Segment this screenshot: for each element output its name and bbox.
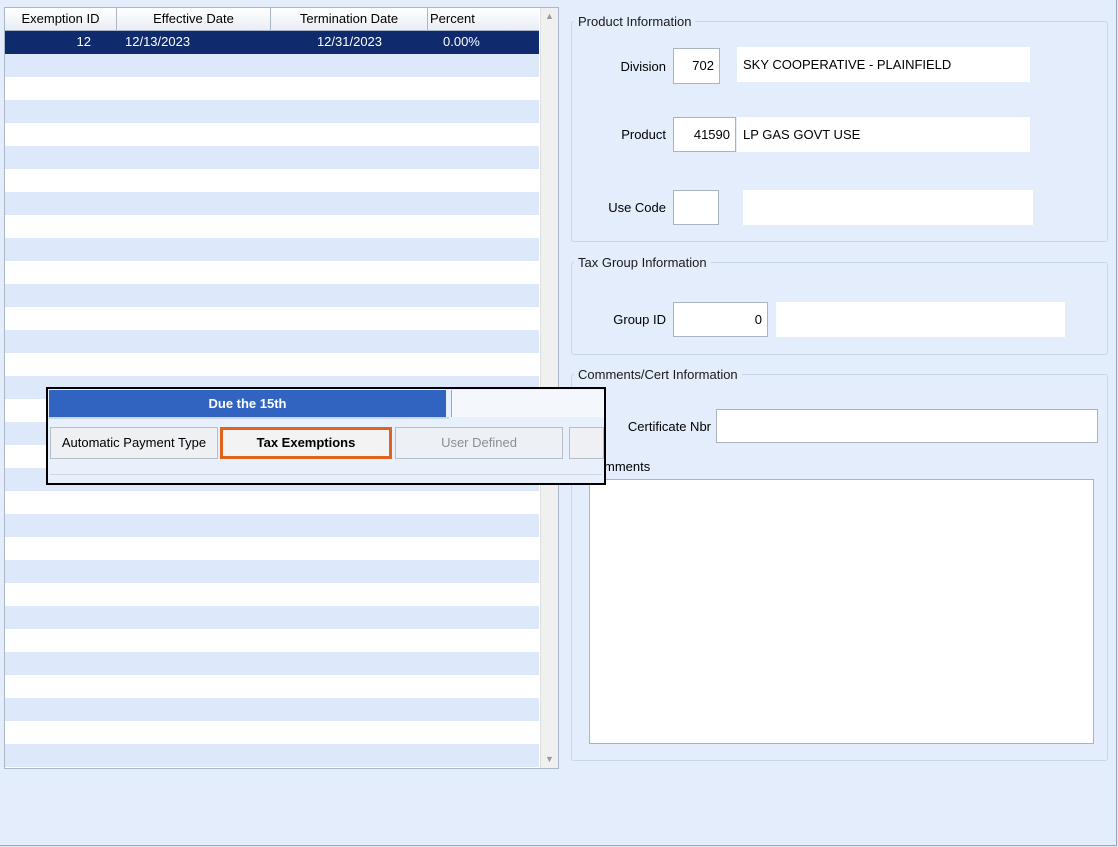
table-row[interactable] — [5, 169, 539, 192]
tax-group-information-legend: Tax Group Information — [578, 255, 707, 270]
table-row[interactable] — [5, 307, 539, 330]
table-row[interactable] — [5, 261, 539, 284]
table-row[interactable] — [5, 123, 539, 146]
column-header-percent[interactable]: Percent — [428, 8, 539, 30]
table-row[interactable] — [5, 560, 539, 583]
certificate-nbr-field[interactable] — [716, 409, 1098, 443]
table-row[interactable] — [5, 353, 539, 376]
user-defined-button[interactable]: User Defined — [395, 427, 563, 459]
table-row[interactable]: 12 12/13/2023 12/31/2023 0.00% — [5, 31, 539, 54]
table-row[interactable] — [5, 330, 539, 353]
group-id-field[interactable]: 0 — [673, 302, 768, 337]
comments-label: mments — [604, 459, 651, 474]
table-row[interactable] — [5, 744, 539, 767]
automatic-payment-type-button[interactable]: Automatic Payment Type — [50, 427, 218, 459]
table-row[interactable] — [5, 146, 539, 169]
table-row[interactable] — [5, 192, 539, 215]
scroll-down-icon[interactable]: ▼ — [541, 751, 558, 768]
column-header-termination-date[interactable]: Termination Date — [271, 8, 428, 30]
product-name-field: LP GAS GOVT USE — [737, 117, 1030, 152]
table-row[interactable] — [5, 537, 539, 560]
tab-due-the-15th[interactable]: Due the 15th — [49, 390, 446, 417]
table-row[interactable] — [5, 238, 539, 261]
group-id-label: Group ID — [613, 312, 666, 327]
division-name-field: SKY COOPERATIVE - PLAINFIELD — [737, 47, 1030, 82]
table-row[interactable] — [5, 629, 539, 652]
comments-cert-information-legend: Comments/Cert Information — [578, 367, 738, 382]
termination-date-cell: 12/31/2023 — [316, 34, 383, 49]
table-row[interactable] — [5, 491, 539, 514]
table-row[interactable] — [5, 721, 539, 744]
product-label: Product — [621, 127, 666, 142]
product-information-legend: Product Information — [578, 14, 692, 29]
table-row[interactable] — [5, 698, 539, 721]
tax-exemption-window: Exemption ID Effective Date Termination … — [0, 0, 1117, 846]
scroll-up-icon[interactable]: ▲ — [541, 8, 558, 25]
table-row[interactable] — [5, 583, 539, 606]
division-label: Division — [620, 59, 666, 74]
column-header-effective-date[interactable]: Effective Date — [117, 8, 271, 30]
table-row[interactable] — [5, 675, 539, 698]
grid-header: Exemption ID Effective Date Termination … — [5, 8, 539, 31]
table-row[interactable] — [5, 652, 539, 675]
group-description-field — [776, 302, 1065, 337]
tab-strip-empty — [451, 390, 604, 417]
use-code-label: Use Code — [608, 200, 666, 215]
product-code-field[interactable]: 41590 — [673, 117, 736, 152]
table-row[interactable] — [5, 100, 539, 123]
effective-date-cell: 12/13/2023 — [125, 34, 191, 49]
table-row[interactable] — [5, 77, 539, 100]
table-row[interactable] — [5, 215, 539, 238]
popup-footer — [50, 474, 602, 481]
certificate-nbr-label: Certificate Nbr — [627, 419, 711, 434]
table-row[interactable] — [5, 284, 539, 307]
more-tab-button[interactable] — [569, 427, 604, 459]
division-code-field[interactable]: 702 — [673, 48, 720, 84]
table-row[interactable] — [5, 54, 539, 77]
tab-popup: Due the 15th Automatic Payment Type Tax … — [46, 387, 606, 485]
tab-underline — [49, 417, 449, 419]
use-code-description-field — [743, 190, 1033, 225]
tax-exemptions-button[interactable]: Tax Exemptions — [220, 427, 392, 459]
use-code-field[interactable] — [673, 190, 719, 225]
comments-textarea[interactable] — [589, 479, 1094, 744]
exemption-id-cell: 12 — [76, 34, 91, 49]
percent-cell: 0.00% — [443, 34, 480, 49]
column-header-exemption-id[interactable]: Exemption ID — [5, 8, 117, 30]
table-row[interactable] — [5, 514, 539, 537]
table-row[interactable] — [5, 606, 539, 629]
